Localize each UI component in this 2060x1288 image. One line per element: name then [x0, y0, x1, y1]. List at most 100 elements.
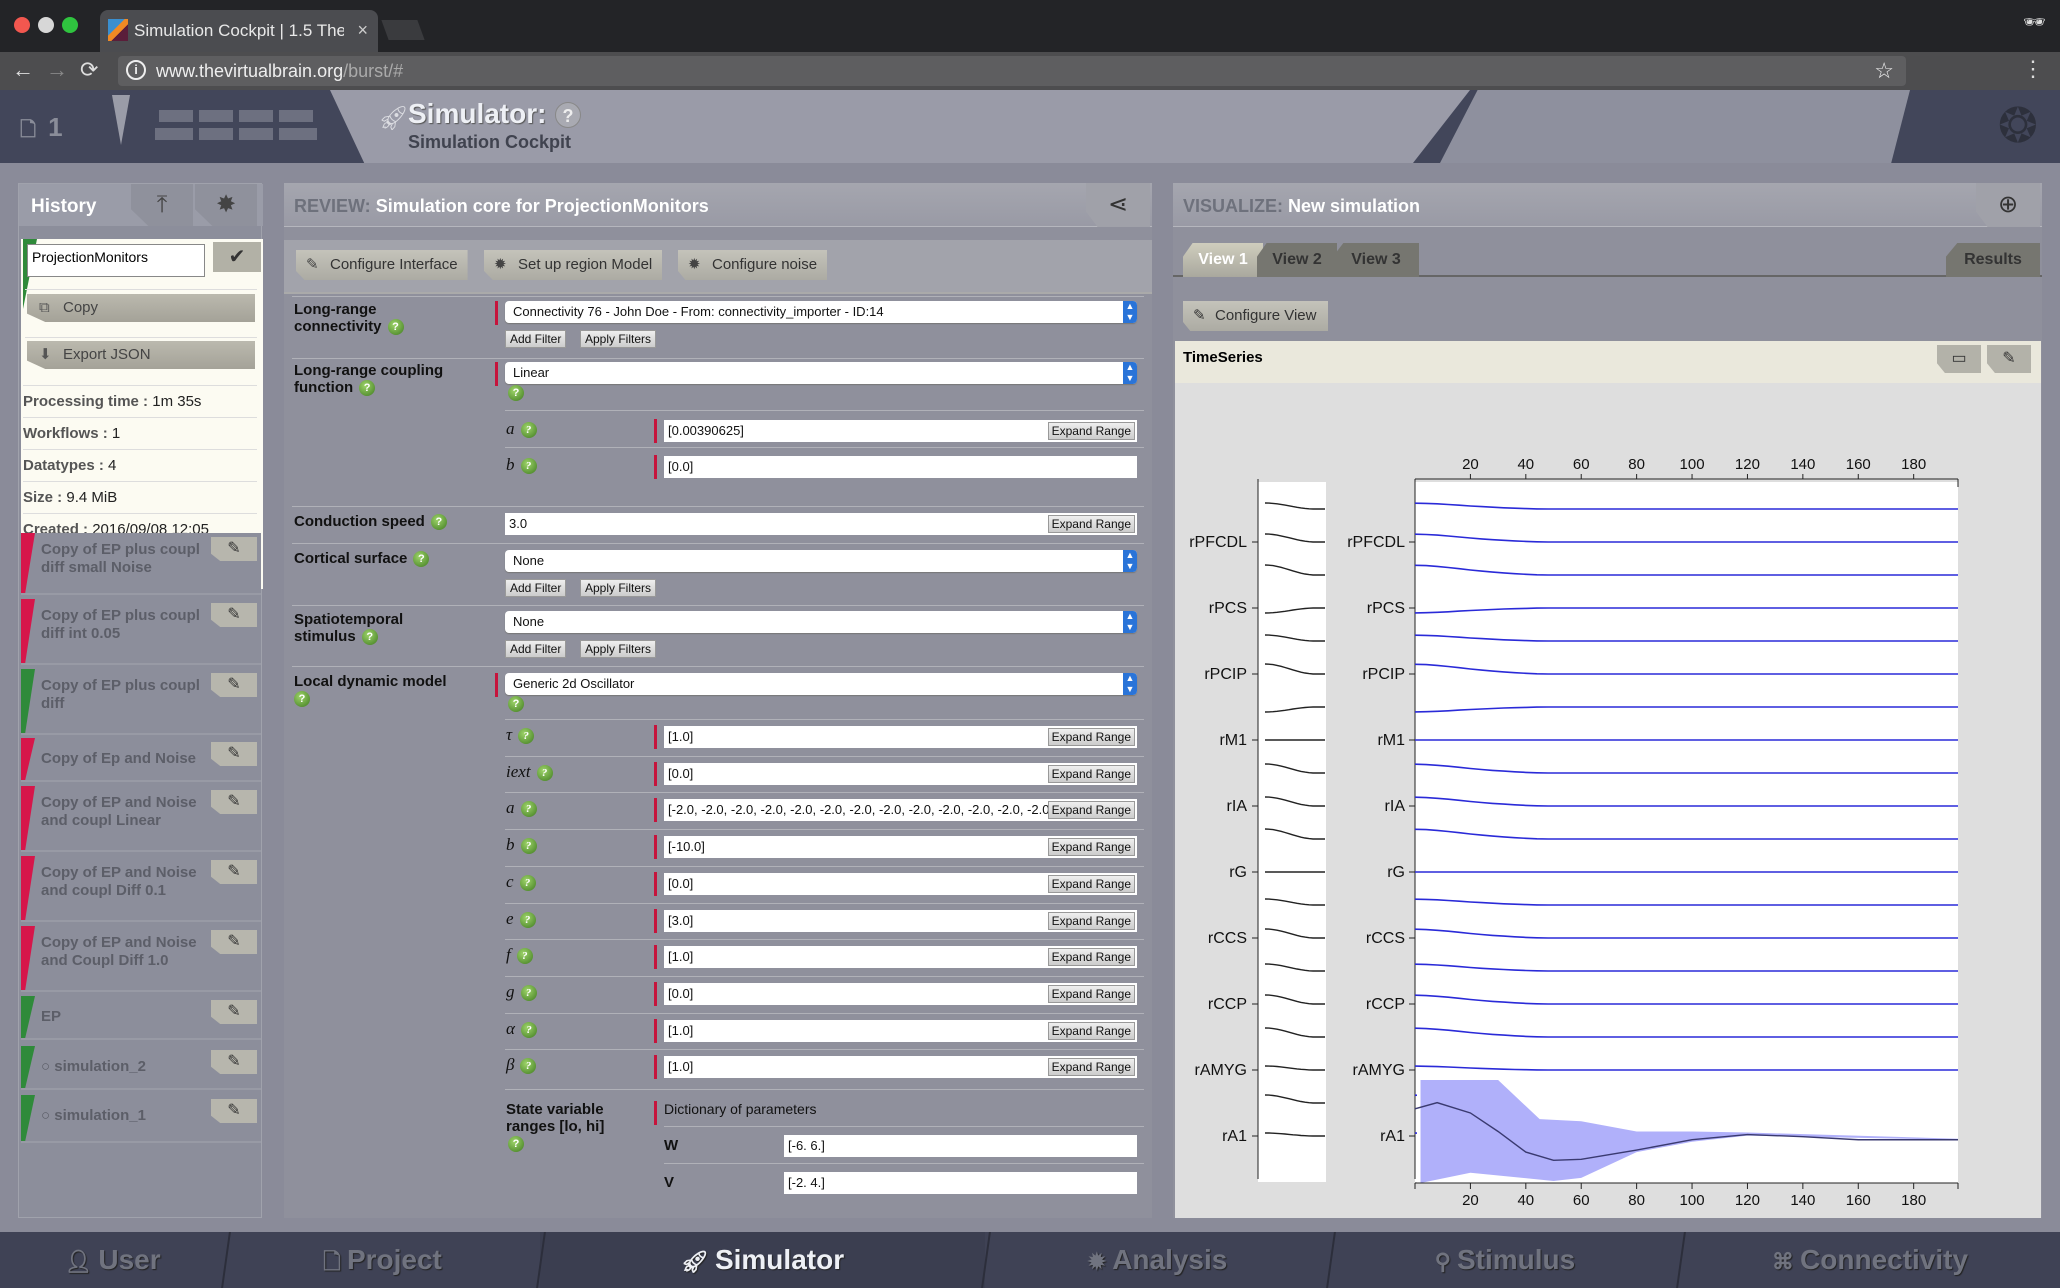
help-icon[interactable]: ? — [536, 764, 553, 781]
timeseries-chart[interactable]: 20 40 60 80 100 120 140 160 180 rPFCDL rPFCDL rPCS r… — [1175, 383, 2041, 1218]
help-icon[interactable]: ? — [361, 629, 378, 646]
model-param-input[interactable]: [0.0] Expand Range — [664, 762, 1137, 785]
forward-icon[interactable]: → — [46, 57, 68, 83]
configure-noise-button[interactable]: ✹ Configure noise — [678, 250, 828, 280]
pencil-icon[interactable]: ✎ — [1987, 345, 2031, 373]
expand-range-button[interactable]: Expand Range — [1047, 984, 1135, 1003]
help-icon[interactable]: ? — [359, 380, 376, 397]
upload-icon[interactable]: ⤒ — [131, 184, 193, 226]
state-var-w-input[interactable]: [-6. 6.] — [784, 1135, 1137, 1157]
surface-add-filter-button[interactable]: Add Filter — [505, 579, 567, 597]
copy-button[interactable]: ⧉ Copy — [27, 294, 255, 322]
coupling-a-input[interactable]: [0.00390625] Expand Range — [664, 420, 1137, 442]
model-param-input[interactable]: [-2.0, -2.0, -2.0, -2.0, -2.0, -2.0, -2.… — [664, 799, 1137, 822]
stimulus-apply-filters-button[interactable]: Apply Filters — [580, 640, 657, 658]
zoom-in-icon[interactable]: ⊕ — [1976, 183, 2040, 227]
help-icon[interactable]: ? — [387, 319, 404, 336]
tab-view-3[interactable]: View 3 — [1333, 243, 1419, 277]
history-item[interactable]: Copy of EP and Noise and Coupl Diff 1.0 ✎ — [21, 926, 261, 992]
expand-range-button[interactable]: Expand Range — [1047, 764, 1135, 783]
url-input[interactable]: i www.thevirtualbrain.org/burst/# ☆ — [118, 56, 1906, 86]
maximize-window-button[interactable] — [62, 17, 78, 33]
edit-pencil-icon[interactable]: ✎ — [211, 1050, 257, 1074]
expand-range-button[interactable]: Expand Range — [1047, 874, 1135, 893]
help-icon[interactable]: ? — [520, 1058, 537, 1075]
expand-range-button[interactable]: Expand Range — [1047, 911, 1135, 930]
close-window-button[interactable] — [14, 17, 30, 33]
help-icon[interactable]: ? — [520, 1021, 537, 1038]
browser-menu-icon[interactable]: ⋮ — [2022, 56, 2044, 82]
simulation-name-input[interactable]: ProjectionMonitors — [27, 244, 205, 277]
connectivity-apply-filters-button[interactable]: Apply Filters — [580, 330, 657, 348]
nav-connectivity[interactable]: ⌘ Connectivity — [1680, 1232, 2060, 1288]
stimulus-select[interactable]: None ▲ ▼ — [505, 611, 1137, 633]
help-icon[interactable]: ? — [413, 551, 430, 568]
history-item[interactable]: Copy of EP and Noise and coupl Linear ✎ — [21, 786, 261, 852]
configure-view-button[interactable]: ✎ Configure View — [1183, 301, 1329, 331]
expand-range-button[interactable]: Expand Range — [1047, 728, 1135, 746]
model-param-input[interactable]: [-10.0] Expand Range — [664, 836, 1137, 859]
help-icon[interactable]: ? — [520, 422, 537, 439]
edit-pencil-icon[interactable]: ✎ — [211, 1000, 257, 1024]
project-indicator[interactable]: 🗋 1 — [20, 112, 63, 149]
help-icon[interactable]: ? — [520, 458, 537, 475]
help-icon[interactable]: ? — [508, 696, 524, 712]
model-select[interactable]: Generic 2d Oscillator ▲ ▼ — [505, 673, 1137, 695]
history-item[interactable]: Copy of EP and Noise and coupl Diff 0.1 ✎ — [21, 856, 261, 922]
info-icon[interactable]: i — [126, 60, 146, 80]
model-param-input[interactable]: [3.0] Expand Range — [664, 909, 1137, 932]
brain-logo-icon[interactable]: ❂ — [1998, 98, 2038, 154]
nav-project[interactable]: 🗋 Project — [225, 1232, 540, 1288]
expand-range-button[interactable]: Expand Range — [1047, 422, 1135, 440]
help-icon[interactable]: ? — [520, 801, 537, 818]
configure-interface-button[interactable]: ✎ Configure Interface — [296, 250, 468, 280]
expand-range-button[interactable]: Expand Range — [1047, 948, 1135, 967]
help-icon[interactable]: ? — [518, 728, 535, 745]
back-icon[interactable]: ← — [12, 57, 34, 83]
expand-range-button[interactable]: Expand Range — [1047, 1058, 1135, 1077]
export-json-button[interactable]: ⬇ Export JSON — [27, 341, 255, 369]
help-icon[interactable]: ? — [294, 691, 310, 708]
history-item[interactable]: ○ simulation_2 ✎ — [21, 1046, 261, 1090]
model-param-input[interactable]: [1.0] Expand Range — [664, 946, 1137, 969]
confirm-rename-button[interactable]: ✔ — [213, 242, 261, 272]
model-param-input[interactable]: [0.0] Expand Range — [664, 982, 1137, 1005]
history-item[interactable]: Copy of Ep and Noise ✎ — [21, 738, 261, 782]
help-icon[interactable]: ? — [519, 874, 536, 891]
expand-range-button[interactable]: Expand Range — [1047, 515, 1135, 533]
cortical-surface-select[interactable]: None ▲ ▼ — [505, 550, 1137, 572]
new-tab-button[interactable] — [381, 20, 425, 40]
surface-apply-filters-button[interactable]: Apply Filters — [580, 579, 657, 597]
share-icon[interactable]: ⋖ — [1086, 183, 1150, 227]
help-icon[interactable]: ? — [520, 984, 537, 1001]
minimize-window-button[interactable] — [38, 17, 54, 33]
expand-range-button[interactable]: Expand Range — [1047, 1021, 1135, 1040]
model-param-input[interactable]: [1.0] Expand Range — [664, 1019, 1137, 1042]
reload-icon[interactable]: ⟳ — [80, 57, 98, 83]
edit-pencil-icon[interactable]: ✎ — [211, 1099, 257, 1123]
close-tab-icon[interactable]: × — [357, 20, 368, 41]
project-menu-toggle[interactable] — [112, 95, 130, 145]
model-param-input[interactable]: [1.0] Expand Range — [664, 726, 1137, 748]
edit-pencil-icon[interactable]: ✎ — [211, 790, 257, 814]
help-icon[interactable]: ? — [555, 102, 581, 128]
edit-pencil-icon[interactable]: ✎ — [211, 673, 257, 697]
nav-analysis[interactable]: ✹ Analysis — [985, 1232, 1330, 1288]
bookmark-star-icon[interactable]: ☆ — [1874, 58, 1894, 84]
setup-region-model-button[interactable]: ✹ Set up region Model — [484, 250, 663, 280]
state-var-v-input[interactable]: [-2. 4.] — [784, 1172, 1137, 1194]
history-item[interactable]: Copy of EP plus coupl diff int 0.05 ✎ — [21, 599, 261, 665]
connectivity-select[interactable]: Connectivity 76 - John Doe - From: conne… — [505, 301, 1137, 323]
help-icon[interactable]: ? — [508, 385, 524, 401]
tab-view-1[interactable]: View 1 — [1183, 243, 1263, 277]
browser-tab[interactable]: Simulation Cockpit | 1.5 The V × — [100, 10, 378, 52]
expand-range-button[interactable]: Expand Range — [1047, 801, 1135, 820]
tab-results[interactable]: Results — [1946, 243, 2040, 277]
connectivity-add-filter-button[interactable]: Add Filter — [505, 330, 567, 348]
nav-stimulus[interactable]: ⚲ Stimulus — [1330, 1232, 1680, 1288]
nav-simulator[interactable]: 🚀︎ Simulator — [540, 1232, 985, 1288]
model-param-input[interactable]: [0.0] Expand Range — [664, 872, 1137, 895]
edit-pencil-icon[interactable]: ✎ — [211, 860, 257, 884]
coupling-b-input[interactable]: [0.0] — [664, 456, 1137, 478]
edit-pencil-icon[interactable]: ✎ — [211, 537, 257, 561]
